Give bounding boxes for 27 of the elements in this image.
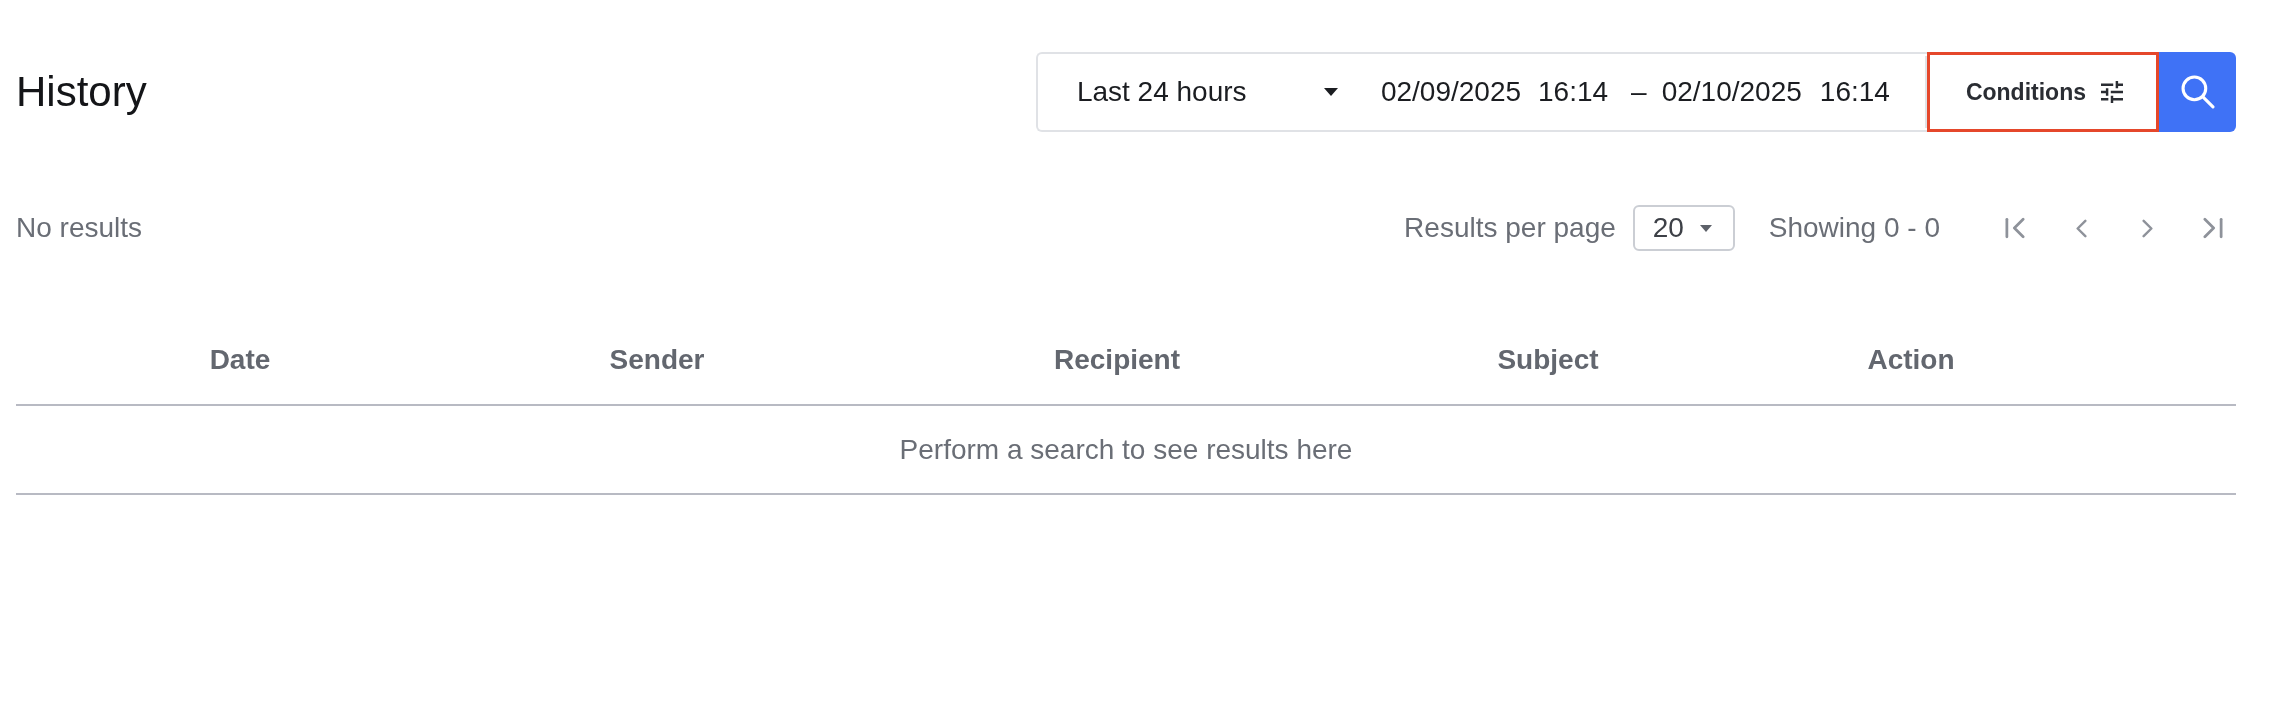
empty-table-message: Perform a search to see results here bbox=[899, 433, 1353, 466]
per-page-select[interactable]: 20 bbox=[1632, 205, 1735, 251]
column-header: Action bbox=[1867, 344, 1955, 375]
column-header: Subject bbox=[1497, 344, 1599, 375]
time-range-dropdown[interactable]: Last 24 hours bbox=[1037, 54, 1353, 130]
caret-down-icon bbox=[1699, 224, 1712, 232]
date-input[interactable]: 02/10/2025 bbox=[1661, 76, 1802, 108]
search-button[interactable] bbox=[2159, 52, 2236, 132]
time-input[interactable]: 16:14 bbox=[1538, 76, 1609, 108]
search-icon bbox=[2180, 75, 2215, 109]
column-header: Sender bbox=[609, 344, 705, 375]
conditions-button[interactable]: Conditions bbox=[1926, 52, 2159, 132]
column-header: Date bbox=[209, 344, 271, 375]
caret-down-icon bbox=[1323, 88, 1338, 96]
chevron-left-icon bbox=[2075, 218, 2087, 238]
page-title: History bbox=[16, 66, 147, 117]
showing-range-text: Showing 0 - 0 bbox=[1768, 212, 1940, 244]
per-page-label: Results per page bbox=[1404, 212, 1616, 244]
range-dash: – bbox=[1631, 76, 1647, 108]
bar-chevron-left-icon bbox=[2005, 217, 2025, 239]
chevron-right-icon bbox=[2141, 218, 2153, 238]
results-summary: No results bbox=[16, 212, 143, 244]
date-input[interactable]: 02/09/2025 bbox=[1380, 76, 1522, 108]
column-header: Recipient bbox=[1054, 344, 1180, 375]
sliders-icon bbox=[2101, 81, 2123, 103]
time-input[interactable]: 16:14 bbox=[1819, 76, 1890, 108]
chevron-bar-right-icon bbox=[2203, 217, 2223, 239]
